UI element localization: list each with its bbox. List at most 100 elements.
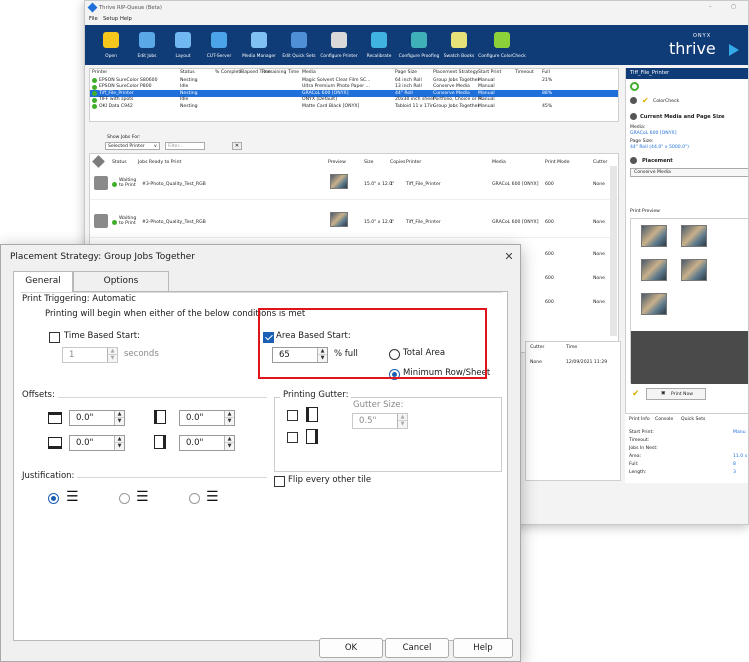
close-icon[interactable]: ✕ — [501, 249, 517, 265]
placement-select[interactable]: Conserve Media — [630, 168, 748, 177]
info-tab-console[interactable]: Console — [655, 417, 673, 422]
job-cutter: None — [593, 276, 605, 281]
toolbar-button-configure-colorcheck[interactable]: Configure ColorCheck — [478, 29, 526, 63]
chevron-down-icon[interactable]: ▼ — [115, 418, 124, 425]
offset-right-spinner[interactable]: 0.0" ▲ ▼ — [179, 435, 235, 451]
gutter-size-spinner[interactable]: 0.5" ▲ ▼ — [352, 413, 408, 429]
onyx-thrive-logo: ONYX thrive — [653, 31, 748, 61]
jobs-scrollbar[interactable] — [610, 166, 617, 336]
toolbar-button-swatch-books[interactable]: Swatch Books — [437, 29, 481, 63]
chevron-up-icon[interactable]: ▲ — [108, 348, 117, 355]
chevron-down-icon[interactable]: ▼ — [398, 421, 407, 428]
spinner-arrows[interactable]: ▲ ▼ — [114, 411, 124, 425]
print-now-button[interactable]: ▣ Print Now — [646, 388, 706, 400]
printer-media: Matte Card Black [ONYX] — [302, 103, 360, 109]
chevron-up-icon[interactable]: ▲ — [115, 411, 124, 418]
job-column-header[interactable]: Size — [364, 160, 373, 165]
chevron-down-icon[interactable]: ▼ — [115, 443, 124, 450]
menu-setup[interactable]: Setup — [103, 16, 118, 22]
menu-help[interactable]: Help — [120, 16, 132, 22]
spinner-arrows[interactable]: ▲ ▼ — [107, 348, 117, 362]
printer-column-header[interactable]: Start Print — [478, 70, 501, 75]
media-gear-icon[interactable] — [630, 113, 637, 120]
filter-input[interactable]: Filter... — [165, 142, 205, 150]
job-column-header[interactable]: Status — [112, 160, 127, 165]
ok-button[interactable]: OK — [319, 638, 383, 658]
flip-tile-checkbox[interactable] — [274, 476, 285, 487]
printer-media: ONYX [Default] — [302, 97, 337, 103]
printer-column-header[interactable]: Placement Strategy — [433, 70, 478, 75]
printer-status: Idle — [180, 84, 189, 90]
status-ok-icon — [112, 220, 117, 225]
offset-left-spinner[interactable]: 0.0" ▲ ▼ — [179, 410, 235, 426]
printer-column-header[interactable]: Remaining Time — [262, 70, 299, 75]
offset-top-spinner[interactable]: 0.0" ▲ ▼ — [69, 410, 125, 426]
job-column-header[interactable]: Media — [492, 160, 506, 165]
justify-center-radio[interactable] — [119, 493, 130, 504]
justify-right-radio[interactable] — [189, 493, 200, 504]
filter-placeholder: Filter... — [168, 144, 184, 149]
job-column-header[interactable]: Cutter — [593, 160, 607, 165]
app-minimize-button[interactable]: – — [709, 4, 712, 10]
job-name: #2-Photo_Quality_Test_RGB — [142, 220, 206, 225]
printer-row[interactable]: EPSON SureColor S80600 Nesting Magic Solve… — [90, 77, 618, 84]
tab-general[interactable]: General — [13, 271, 73, 292]
chevron-up-icon[interactable]: ▲ — [398, 414, 407, 421]
lower-col-cutter: Cutter — [530, 345, 545, 350]
cancel-button[interactable]: Cancel — [385, 638, 449, 658]
time-based-checkbox[interactable] — [49, 332, 60, 343]
filter-clear-button[interactable]: ✕ — [232, 142, 242, 150]
chevron-up-icon[interactable]: ▲ — [225, 436, 234, 443]
printer-row[interactable]: TIFF with spots Idle ONYX [Default] 20x30 i… — [90, 97, 618, 104]
help-button[interactable]: Help — [453, 638, 513, 658]
printer-column-header[interactable]: Full — [542, 70, 550, 75]
job-row[interactable]: Waiting to Print #3-Photo_Quality_Test_RG… — [90, 170, 618, 200]
job-status: Waiting to Print — [119, 216, 137, 227]
printer-column-header[interactable]: Status — [180, 70, 195, 75]
printer-column-header[interactable]: Page Size — [395, 70, 417, 75]
tab-options[interactable]: Options — [73, 271, 169, 291]
general-tab-panel: Print Triggering: Automatic Printing wil… — [13, 291, 508, 641]
job-column-header[interactable]: Preview — [328, 160, 346, 165]
media-section-title: Current Media and Page Size — [640, 114, 725, 120]
printer-row[interactable]: OKI Data C942 Nesting Matte Card Black [ON… — [90, 103, 618, 110]
justify-left-radio[interactable] — [48, 493, 59, 504]
app-maximize-button[interactable]: ▢ — [731, 4, 736, 10]
printer-column-header[interactable]: % Complete — [215, 70, 243, 75]
spinner-arrows[interactable]: ▲ ▼ — [224, 411, 234, 425]
time-based-spinner[interactable]: 1 ▲ ▼ — [62, 347, 118, 363]
status-dot-icon — [92, 104, 97, 110]
gutter-vertical-checkbox[interactable] — [287, 410, 298, 421]
printer-start: Manual — [478, 103, 495, 109]
printer-column-header[interactable]: Media — [302, 70, 316, 75]
placement-gear-icon[interactable] — [630, 157, 637, 164]
chevron-up-icon[interactable]: ▲ — [115, 436, 124, 443]
info-tab-quick-sets[interactable]: Quick Sets — [681, 417, 705, 422]
job-column-header[interactable]: Printer — [406, 160, 421, 165]
printer-column-header[interactable]: Printer — [92, 70, 107, 75]
printer-column-header[interactable]: Timeout — [515, 70, 534, 75]
spinner-arrows[interactable]: ▲ ▼ — [114, 436, 124, 450]
colorcheck-gear-icon[interactable] — [630, 97, 637, 104]
media-icon — [251, 32, 267, 48]
info-tab-print-info[interactable]: Print Info — [629, 417, 650, 422]
chevron-down-icon[interactable]: ▼ — [108, 355, 117, 362]
job-row[interactable]: Waiting to Print #2-Photo_Quality_Test_RG… — [90, 208, 618, 238]
spinner-arrows[interactable]: ▲ ▼ — [397, 414, 407, 428]
gutter-horizontal-checkbox[interactable] — [287, 432, 298, 443]
job-column-header[interactable]: Jobs Ready to Print — [138, 160, 181, 165]
job-column-header[interactable]: Copies — [390, 160, 405, 165]
job-column-header[interactable]: Print Mode — [545, 160, 570, 165]
layout-icon — [175, 32, 191, 48]
chevron-down-icon[interactable]: ▼ — [225, 418, 234, 425]
chevron-up-icon[interactable]: ▲ — [225, 411, 234, 418]
printer-row[interactable]: EPSON SureColor P800 Idle Ultra Premium Ph… — [90, 84, 618, 91]
lower-row-time: 12/09/2021 11:29 — [566, 360, 608, 365]
chevron-down-icon[interactable]: ▼ — [225, 443, 234, 450]
show-jobs-select[interactable]: Selected Printer v — [105, 142, 160, 150]
spinner-arrows[interactable]: ▲ ▼ — [224, 436, 234, 450]
offset-bottom-spinner[interactable]: 0.0" ▲ ▼ — [69, 435, 125, 451]
printer-status: Nesting — [180, 77, 198, 83]
menu-file[interactable]: File — [89, 16, 98, 22]
printer-row[interactable]: Tiff_File_Printer Nesting GRACoL 600 [ONYX… — [90, 90, 618, 97]
